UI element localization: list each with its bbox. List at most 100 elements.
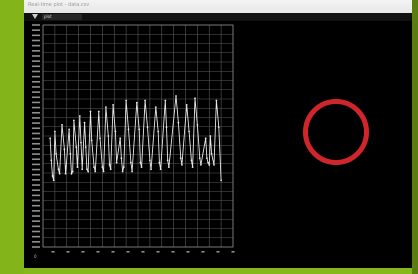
data-point [72,119,75,122]
data-point [90,139,93,142]
data-point [154,106,157,109]
data-point [78,115,81,117]
data-point [150,168,152,171]
y-tick-label [32,34,40,37]
data-point [196,124,199,126]
edge-strip [412,0,418,274]
data-point [119,137,122,140]
y-tick-label [32,50,40,52]
title-bar: Real-time plot - data.csv [24,0,412,14]
data-point [61,124,63,126]
data-point [207,161,209,164]
data-point [210,152,213,155]
y-tick-label [32,80,40,83]
data-point [208,163,211,166]
y-tick-label [32,122,40,124]
data-point [198,157,201,160]
y-tick-label [32,153,40,155]
y-tick-label [32,39,40,42]
y-tick-label [32,220,40,222]
y-tick-label [32,158,40,161]
x-tick-label [156,251,160,253]
plot-tab[interactable]: plot [42,14,82,20]
y-tick-label [32,179,40,181]
data-point [94,170,97,173]
data-point [177,121,180,124]
data-point [108,163,111,166]
x-tick-label [51,251,55,253]
y-tick-label [32,241,40,243]
dropdown-arrow-icon[interactable] [32,14,38,19]
y-tick-label [32,199,40,202]
data-point [167,166,170,168]
data-point [76,166,79,168]
data-point [191,166,194,168]
data-point [101,166,104,168]
data-point [114,130,117,133]
data-point [220,179,223,182]
data-point [49,137,52,140]
y-tick-label [32,225,40,228]
y-tick-label [32,189,40,192]
data-point [84,146,87,148]
x-tick-label [126,251,130,253]
y-tick-label [32,246,40,248]
y-tick-label [32,96,40,99]
data-point [217,126,220,129]
toolbar: plot [24,13,412,21]
data-point [146,126,149,129]
y-tick-label [32,230,40,233]
data-point [185,104,188,106]
x-tick-label [66,251,70,253]
data-point [68,128,71,131]
data-point [215,99,218,102]
y-tick-label [32,117,40,119]
data-point [204,137,207,140]
data-point [166,159,169,162]
data-point [127,128,130,131]
data-point [213,163,215,166]
y-tick-label [32,29,40,31]
corner-label: 0 [34,254,37,259]
y-tick-label [32,210,40,212]
y-tick-label [32,86,40,88]
data-point [87,170,90,173]
y-tick-label [32,55,40,57]
data-point [89,110,92,113]
y-tick-label [32,215,40,217]
data-point [105,106,107,109]
x-tick-label [231,251,235,253]
data-point [165,126,168,129]
data-point [148,159,151,162]
y-tick-label [32,163,40,166]
chart-panel [24,21,244,256]
y-tick-label [32,65,40,68]
data-point [75,146,78,148]
data-trace [49,95,222,181]
data-point [164,99,167,102]
y-tick-label [32,142,40,145]
y-tick-label [32,127,40,130]
y-tick-label [32,60,40,62]
data-point [63,148,66,151]
data-point [181,163,183,166]
y-tick-label [32,132,40,135]
data-point [53,130,56,133]
data-point [97,110,100,113]
x-tick-label [96,251,100,253]
data-point [129,161,132,164]
data-point [55,152,57,155]
data-point [107,135,110,137]
data-point [140,166,143,168]
data-point [93,166,95,168]
y-tick-label [32,184,40,186]
data-point [122,166,125,168]
data-point [120,157,123,160]
data-point [159,168,162,171]
data-point [112,104,114,106]
background-band [0,0,24,274]
data-point [109,168,112,171]
data-point [69,152,72,155]
data-point [81,168,84,171]
data-point [51,175,54,177]
